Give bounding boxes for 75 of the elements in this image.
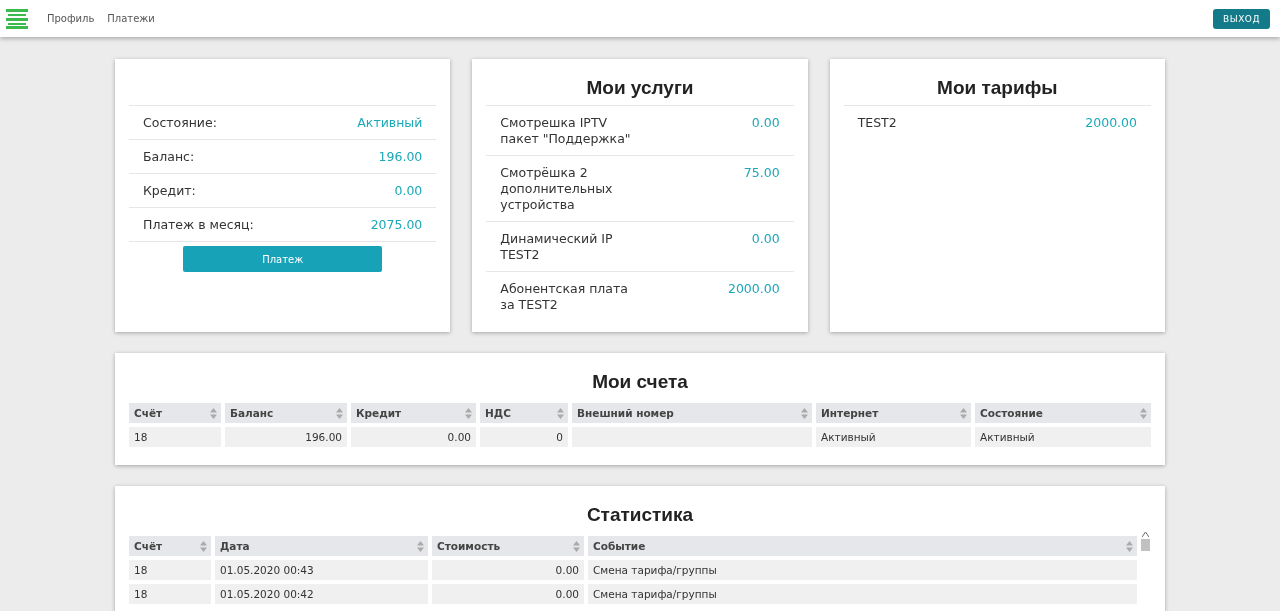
sort-icon (557, 407, 564, 419)
column-header[interactable]: Счёт (129, 536, 211, 556)
column-title: Счёт (134, 540, 163, 552)
table-cell: 01.05.2020 00:43 (215, 560, 428, 580)
table-cell: Смена тарифа/группы (588, 584, 1137, 604)
card-title: Мои тарифы (936, 76, 1059, 100)
table-cell: 18 (129, 560, 211, 580)
column-header[interactable]: Событие (588, 536, 1137, 556)
column-title: Интернет (821, 407, 879, 419)
row-value: 196.00 (378, 149, 423, 165)
row-label: Состояние: (143, 115, 217, 131)
scroll-up-icon[interactable] (1141, 532, 1149, 537)
sort-icon (210, 407, 217, 419)
column-header[interactable]: Счёт (129, 403, 221, 423)
card-title: Мои услуги (585, 76, 695, 100)
logo-icon (6, 8, 28, 29)
column-header[interactable]: Стоимость (432, 536, 584, 556)
row-label: Кредит: (143, 183, 196, 199)
row-value: 2000.00 (727, 281, 780, 298)
table-cell: 0.00 (432, 584, 584, 604)
column-header[interactable]: Дата (215, 536, 428, 556)
table-cell: 18 (129, 427, 221, 447)
column-title: Событие (593, 540, 646, 552)
row-value: 2000.00 (1085, 115, 1137, 131)
sort-icon (573, 540, 580, 552)
column-title: Кредит (356, 407, 402, 419)
column-title: НДС (485, 407, 511, 419)
column-title: Счёт (134, 407, 163, 419)
table-cell: 196.00 (225, 427, 347, 447)
row-value: 0.00 (751, 115, 780, 132)
nav-link[interactable]: Профиль (47, 13, 95, 24)
sort-icon (336, 407, 343, 419)
table-cell: Активный (975, 427, 1151, 447)
row-value: 75.00 (743, 165, 780, 182)
column-title: Состояние (980, 407, 1043, 419)
scroll-thumb[interactable] (1140, 539, 1150, 551)
table-cell: 18 (129, 584, 211, 604)
column-title: Внешний номер (577, 407, 674, 419)
row-value: 2075.00 (370, 217, 423, 233)
sort-icon (1140, 407, 1147, 419)
column-header[interactable]: Кредит (351, 403, 476, 423)
row-label: Смотрёшка 2 дополнительных устройства (500, 165, 614, 213)
logout-button[interactable]: ВЫХОД (1213, 8, 1270, 29)
table-cell: 01.05.2020 00:42 (215, 584, 428, 604)
column-header[interactable]: Внешний номер (572, 403, 812, 423)
sort-icon (960, 407, 967, 419)
column-title: Дата (220, 540, 250, 552)
row-value: Активный (357, 115, 423, 131)
row-label: Смотрешка IPTV пакет "Поддержка" (500, 115, 632, 147)
sort-icon (200, 540, 207, 552)
sort-icon (801, 407, 808, 419)
table-cell: Активный (816, 427, 971, 447)
column-header[interactable]: НДС (480, 403, 568, 423)
table-cell: 0.00 (432, 560, 584, 580)
row-label: TEST2 (857, 115, 897, 131)
table-cell: 0 (480, 427, 568, 447)
card-title: Мои счета (591, 370, 689, 394)
column-title: Стоимость (437, 540, 501, 552)
row-value: 0.00 (394, 183, 423, 199)
column-header[interactable]: Состояние (975, 403, 1151, 423)
table-cell: 0.00 (351, 427, 476, 447)
column-header[interactable]: Интернет (816, 403, 971, 423)
sort-icon (417, 540, 424, 552)
card-title: Статистика (585, 503, 695, 527)
row-label: Абонентская плата за TEST2 (500, 281, 629, 313)
column-header[interactable]: Баланс (225, 403, 347, 423)
sort-icon (465, 407, 472, 419)
sort-icon (1126, 540, 1133, 552)
row-value: 0.00 (751, 231, 780, 248)
row-label: Платеж в месяц: (143, 217, 254, 233)
row-label: Динамический IP TEST2 (500, 231, 614, 263)
row-label: Баланс: (143, 149, 195, 165)
table-cell: Смена тарифа/группы (588, 560, 1137, 580)
nav-link[interactable]: Платежи (107, 13, 155, 24)
column-title: Баланс (230, 407, 274, 419)
